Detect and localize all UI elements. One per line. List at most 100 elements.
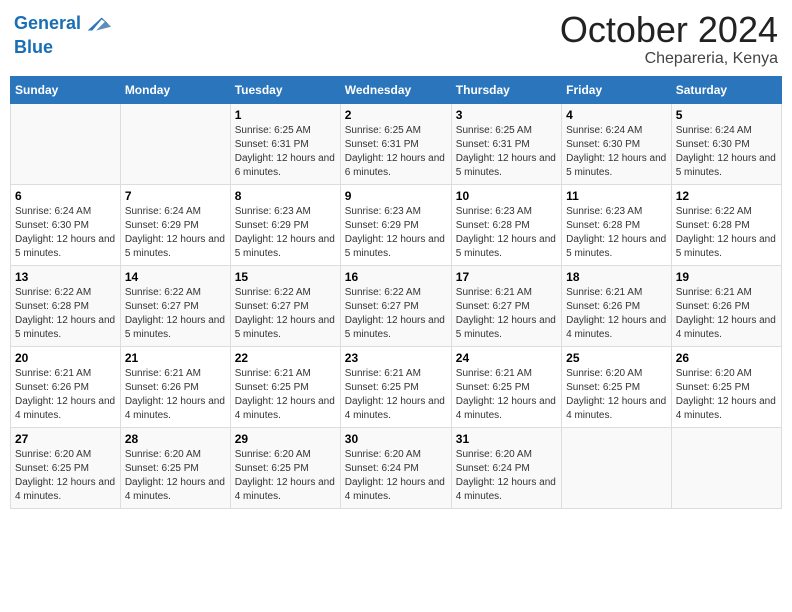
- sunset-text: Sunset: 6:30 PM: [676, 138, 777, 152]
- daylight-text: Daylight: 12 hours and 5 minutes.: [15, 314, 116, 342]
- daylight-text: Daylight: 12 hours and 4 minutes.: [456, 395, 557, 423]
- sunset-text: Sunset: 6:25 PM: [235, 381, 336, 395]
- sunset-text: Sunset: 6:25 PM: [456, 381, 557, 395]
- daylight-text: Daylight: 12 hours and 5 minutes.: [125, 314, 226, 342]
- calendar-cell: 3Sunrise: 6:25 AMSunset: 6:31 PMDaylight…: [451, 103, 561, 184]
- day-number: 4: [566, 108, 667, 122]
- daylight-text: Daylight: 12 hours and 4 minutes.: [566, 395, 667, 423]
- weekday-header-friday: Friday: [562, 76, 672, 103]
- day-info: Sunrise: 6:21 AMSunset: 6:26 PMDaylight:…: [676, 286, 777, 342]
- daylight-text: Daylight: 12 hours and 5 minutes.: [235, 233, 336, 261]
- calendar-cell: 6Sunrise: 6:24 AMSunset: 6:30 PMDaylight…: [11, 184, 121, 265]
- logo-general: General: [14, 13, 81, 33]
- day-info: Sunrise: 6:23 AMSunset: 6:29 PMDaylight:…: [235, 205, 336, 261]
- sunrise-text: Sunrise: 6:21 AM: [456, 367, 557, 381]
- day-number: 25: [566, 351, 667, 365]
- sunrise-text: Sunrise: 6:25 AM: [235, 124, 336, 138]
- daylight-text: Daylight: 12 hours and 5 minutes.: [125, 233, 226, 261]
- page-header: General Blue October 2024 Chepareria, Ke…: [10, 10, 782, 68]
- day-info: Sunrise: 6:20 AMSunset: 6:24 PMDaylight:…: [345, 448, 447, 504]
- daylight-text: Daylight: 12 hours and 5 minutes.: [566, 233, 667, 261]
- month-title: October 2024: [560, 10, 778, 50]
- sunset-text: Sunset: 6:25 PM: [125, 462, 226, 476]
- day-info: Sunrise: 6:22 AMSunset: 6:28 PMDaylight:…: [676, 205, 777, 261]
- location-subtitle: Chepareria, Kenya: [560, 50, 778, 68]
- sunrise-text: Sunrise: 6:20 AM: [566, 367, 667, 381]
- sunrise-text: Sunrise: 6:21 AM: [235, 367, 336, 381]
- day-number: 22: [235, 351, 336, 365]
- logo-icon: [83, 10, 111, 38]
- sunset-text: Sunset: 6:25 PM: [345, 381, 447, 395]
- daylight-text: Daylight: 12 hours and 4 minutes.: [235, 395, 336, 423]
- sunrise-text: Sunrise: 6:23 AM: [235, 205, 336, 219]
- calendar-week-4: 20Sunrise: 6:21 AMSunset: 6:26 PMDayligh…: [11, 346, 782, 427]
- day-number: 28: [125, 432, 226, 446]
- sunrise-text: Sunrise: 6:24 AM: [125, 205, 226, 219]
- sunrise-text: Sunrise: 6:20 AM: [125, 448, 226, 462]
- day-number: 12: [676, 189, 777, 203]
- calendar-cell: 12 Sunrise: 6:22 AMSunset: 6:28 PMDayligh…: [671, 184, 781, 265]
- sunset-text: Sunset: 6:30 PM: [566, 138, 667, 152]
- daylight-text: Daylight: 12 hours and 5 minutes.: [456, 152, 557, 180]
- day-number: 9: [345, 189, 447, 203]
- calendar-cell: 14Sunrise: 6:22 AMSunset: 6:27 PMDayligh…: [120, 265, 230, 346]
- day-info: Sunrise: 6:24 AMSunset: 6:30 PMDaylight:…: [15, 205, 116, 261]
- sunrise-text: Sunrise: 6:20 AM: [456, 448, 557, 462]
- calendar-cell: [671, 427, 781, 508]
- calendar-cell: 11Sunrise: 6:23 AMSunset: 6:28 PMDayligh…: [562, 184, 672, 265]
- sunset-text: Sunset: 6:31 PM: [345, 138, 447, 152]
- calendar-cell: 10 Sunrise: 6:23 AMSunset: 6:28 PMDayligh…: [451, 184, 561, 265]
- day-info: Sunrise: 6:21 AMSunset: 6:26 PMDaylight:…: [125, 367, 226, 423]
- calendar-week-2: 6Sunrise: 6:24 AMSunset: 6:30 PMDaylight…: [11, 184, 782, 265]
- sunset-text: Sunset: 6:25 PM: [676, 381, 777, 395]
- day-number: 7: [125, 189, 226, 203]
- daylight-text: Daylight: 12 hours and 4 minutes.: [15, 476, 116, 504]
- sunset-text: Sunset: 6:31 PM: [235, 138, 336, 152]
- sunrise-text: Sunrise: 6:21 AM: [566, 286, 667, 300]
- day-number: 14: [125, 270, 226, 284]
- sunset-text: Sunset: 6:30 PM: [15, 219, 116, 233]
- calendar-cell: 13 Sunrise: 6:22 AMSunset: 6:28 PMDayligh…: [11, 265, 121, 346]
- day-info: Sunrise: 6:24 AMSunset: 6:30 PMDaylight:…: [566, 124, 667, 180]
- calendar-cell: 27Sunrise: 6:20 AMSunset: 6:25 PMDayligh…: [11, 427, 121, 508]
- day-number: 10: [456, 189, 557, 203]
- sunrise-text: Sunrise: 6:20 AM: [676, 367, 777, 381]
- sunrise-text: Sunrise: 6:21 AM: [345, 367, 447, 381]
- day-info: Sunrise: 6:22 AMSunset: 6:28 PMDaylight:…: [15, 286, 116, 342]
- sunrise-text: Sunrise: 6:23 AM: [456, 205, 557, 219]
- daylight-text: Daylight: 12 hours and 5 minutes.: [456, 233, 557, 261]
- calendar-cell: 31Sunrise: 6:20 AMSunset: 6:24 PMDayligh…: [451, 427, 561, 508]
- day-number: 16: [345, 270, 447, 284]
- day-info: Sunrise: 6:25 AMSunset: 6:31 PMDaylight:…: [235, 124, 336, 180]
- day-info: Sunrise: 6:23 AMSunset: 6:28 PMDaylight:…: [456, 205, 557, 261]
- calendar-cell: [11, 103, 121, 184]
- day-info: Sunrise: 6:20 AMSunset: 6:25 PMDaylight:…: [676, 367, 777, 423]
- day-number: 13: [15, 270, 116, 284]
- sunrise-text: Sunrise: 6:24 AM: [15, 205, 116, 219]
- day-info: Sunrise: 6:20 AMSunset: 6:25 PMDaylight:…: [566, 367, 667, 423]
- sunrise-text: Sunrise: 6:21 AM: [456, 286, 557, 300]
- title-block: October 2024 Chepareria, Kenya: [560, 10, 778, 68]
- day-info: Sunrise: 6:22 AMSunset: 6:27 PMDaylight:…: [345, 286, 447, 342]
- sunset-text: Sunset: 6:28 PM: [566, 219, 667, 233]
- day-number: 19: [676, 270, 777, 284]
- day-info: Sunrise: 6:21 AMSunset: 6:26 PMDaylight:…: [15, 367, 116, 423]
- sunset-text: Sunset: 6:26 PM: [676, 300, 777, 314]
- sunrise-text: Sunrise: 6:20 AM: [15, 448, 116, 462]
- sunrise-text: Sunrise: 6:22 AM: [15, 286, 116, 300]
- day-info: Sunrise: 6:20 AMSunset: 6:25 PMDaylight:…: [235, 448, 336, 504]
- sunrise-text: Sunrise: 6:25 AM: [345, 124, 447, 138]
- sunset-text: Sunset: 6:24 PM: [456, 462, 557, 476]
- sunset-text: Sunset: 6:27 PM: [345, 300, 447, 314]
- calendar-cell: 2Sunrise: 6:25 AMSunset: 6:31 PMDaylight…: [340, 103, 451, 184]
- weekday-header-thursday: Thursday: [451, 76, 561, 103]
- sunset-text: Sunset: 6:31 PM: [456, 138, 557, 152]
- day-number: 29: [235, 432, 336, 446]
- sunset-text: Sunset: 6:24 PM: [345, 462, 447, 476]
- calendar-cell: [120, 103, 230, 184]
- day-info: Sunrise: 6:21 AMSunset: 6:25 PMDaylight:…: [235, 367, 336, 423]
- sunset-text: Sunset: 6:29 PM: [125, 219, 226, 233]
- day-number: 15: [235, 270, 336, 284]
- sunset-text: Sunset: 6:28 PM: [456, 219, 557, 233]
- day-info: Sunrise: 6:24 AMSunset: 6:30 PMDaylight:…: [676, 124, 777, 180]
